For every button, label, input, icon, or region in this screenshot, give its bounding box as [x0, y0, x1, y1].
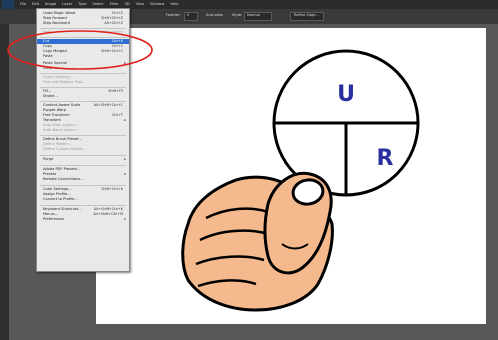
feather-label: Feather: [166, 13, 181, 17]
menu-file[interactable]: File [20, 0, 26, 9]
menu-item-convert-to-profile[interactable]: Convert to Profile... [37, 197, 129, 202]
edit-dropdown-menu: Undo Magic Wand Ctrl+Z Step Forward Shift+… [36, 8, 130, 272]
menu-separator [40, 101, 126, 102]
feather-value: 0 [187, 13, 190, 17]
submenu-arrow-icon: ▸ [124, 217, 126, 221]
menu-help[interactable]: Help [170, 0, 178, 9]
tools-panel [0, 24, 9, 340]
menu-separator [40, 185, 126, 186]
menu-item-find-replace: Find and Replace Text... [43, 80, 86, 84]
photoshop-logo-icon [2, 0, 14, 9]
menu-separator [40, 28, 126, 29]
menu-separator [40, 205, 126, 206]
antialias-checkbox-label[interactable]: Anti-alias [206, 13, 223, 17]
submenu-arrow-icon: ▸ [124, 157, 126, 161]
style-label: Style: [232, 13, 243, 17]
menu-view[interactable]: View [136, 0, 145, 9]
menu-item-stroke[interactable]: Stroke... [37, 94, 129, 99]
circle-label-u: U [337, 82, 355, 107]
artwork: U R [181, 49, 420, 312]
menu-item-remote-connections[interactable]: Remote Connections... [37, 177, 129, 182]
menu-separator [40, 135, 126, 136]
menu-window[interactable]: Window [150, 0, 164, 9]
refine-edge-label: Refine Edge... [294, 13, 319, 17]
menu-item-define-custom-shape: Define Custom Shape... [43, 147, 86, 151]
photoshop-window: File Edit Image Layer Type Select Filter… [0, 0, 498, 340]
menu-item-purge[interactable]: Purge ▸ [37, 157, 129, 162]
menu-item-fade: Fade... Shift+Ctrl+F [43, 30, 123, 34]
menu-item-paste[interactable]: Paste [37, 54, 129, 59]
menu-item-auto-blend-layers: Auto-Blend Layers... [43, 128, 80, 132]
circle-label-r: R [377, 146, 394, 171]
menu-item-clear[interactable]: Clear [37, 66, 129, 71]
menu-separator [40, 37, 126, 38]
hand-illustration [181, 171, 334, 312]
menu-item-step-backward[interactable]: Step Backward Alt+Ctrl+Z [37, 21, 129, 26]
menu-separator [40, 165, 126, 166]
menu-separator [40, 73, 126, 74]
style-value: Normal [247, 13, 261, 17]
menu-item-preferences[interactable]: Preferences ▸ [37, 217, 129, 222]
menu-separator [40, 87, 126, 88]
menu-separator [40, 155, 126, 156]
